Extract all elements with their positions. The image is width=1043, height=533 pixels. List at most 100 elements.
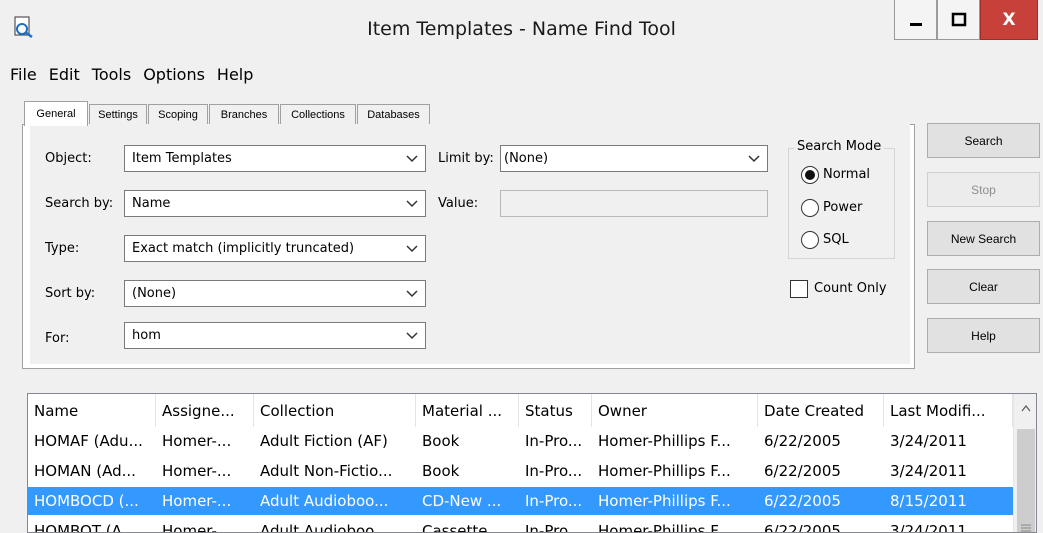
cell-collection: Adult Audioboo... xyxy=(260,492,389,510)
chevron-down-icon xyxy=(399,154,425,163)
radio-power-label: Power xyxy=(823,200,863,215)
cell-owner: Homer-Phillips F... xyxy=(598,432,731,450)
radio-sql[interactable] xyxy=(801,231,819,249)
count-only-checkbox[interactable] xyxy=(790,280,808,298)
cell-owner: Homer-Phillips F... xyxy=(598,462,731,480)
cell-status: In-Pro... xyxy=(525,432,583,450)
cell-date-created: 6/22/2005 xyxy=(764,492,841,510)
close-button[interactable]: X xyxy=(980,0,1038,40)
table-row[interactable]: HOMAF (Adu... Homer-... Adult Fiction (AF)… xyxy=(28,427,1013,455)
cell-status: In-Pro... xyxy=(525,492,583,510)
cell-material: Book xyxy=(422,462,460,480)
cell-date-created: 6/22/2005 xyxy=(764,462,841,480)
for-value: hom xyxy=(132,328,161,343)
menu-bar: File Edit Tools Options Help xyxy=(0,60,1043,88)
table-row[interactable]: HOMBOT (A... Homer-... Adult Audioboo... Ca… xyxy=(28,517,1013,533)
count-only-label: Count Only xyxy=(814,281,887,296)
clear-button[interactable]: Clear xyxy=(927,269,1040,304)
vertical-scrollbar[interactable] xyxy=(1013,394,1036,532)
cell-name: HOMBOT (A... xyxy=(34,522,136,533)
column-header-status[interactable]: Status xyxy=(519,394,592,427)
sort-by-value: (None) xyxy=(132,286,177,301)
cell-assigned: Homer-... xyxy=(162,522,232,533)
help-button[interactable]: Help xyxy=(927,318,1040,353)
cell-name: HOMAF (Adu... xyxy=(34,432,143,450)
tab-general[interactable]: General xyxy=(24,101,88,126)
tab-databases[interactable]: Databases xyxy=(357,104,430,125)
search-button[interactable]: Search xyxy=(927,123,1040,158)
cell-name: HOMAN (Ad... xyxy=(34,462,136,480)
value-label: Value: xyxy=(438,196,479,211)
cell-collection: Adult Non-Fictio... xyxy=(260,462,393,480)
tab-settings[interactable]: Settings xyxy=(89,104,147,125)
column-header-date-created[interactable]: Date Created xyxy=(758,394,884,427)
column-header-collection[interactable]: Collection xyxy=(254,394,416,427)
menu-tools[interactable]: Tools xyxy=(92,65,131,84)
chevron-down-icon xyxy=(741,154,767,163)
chevron-down-icon xyxy=(399,244,425,253)
for-label: For: xyxy=(45,331,70,346)
window-title: Item Templates - Name Find Tool xyxy=(367,18,676,40)
for-combobox[interactable]: hom xyxy=(124,322,426,349)
object-value: Item Templates xyxy=(132,151,232,166)
menu-edit[interactable]: Edit xyxy=(49,65,80,84)
cell-status: In-Pro... xyxy=(525,522,583,533)
tab-scoping[interactable]: Scoping xyxy=(148,104,208,125)
radio-normal-label: Normal xyxy=(823,167,871,182)
type-label: Type: xyxy=(45,241,80,256)
chevron-down-icon xyxy=(399,199,425,208)
table-row[interactable]: HOMAN (Ad... Homer-... Adult Non-Fictio...… xyxy=(28,457,1013,485)
cell-status: In-Pro... xyxy=(525,462,583,480)
type-value: Exact match (implicitly truncated) xyxy=(132,241,355,256)
search-by-label: Search by: xyxy=(45,196,114,211)
new-search-button[interactable]: New Search xyxy=(927,221,1040,256)
object-dropdown[interactable]: Item Templates xyxy=(124,145,426,172)
sort-by-dropdown[interactable]: (None) xyxy=(124,280,426,307)
column-header-last-modified[interactable]: Last Modifi... xyxy=(884,394,1013,427)
cell-last-modified: 3/24/2011 xyxy=(890,522,967,533)
cell-collection: Adult Fiction (AF) xyxy=(260,432,388,450)
cell-material: Cassette xyxy=(422,522,488,533)
limit-by-label: Limit by: xyxy=(438,151,494,166)
grip-icon xyxy=(1021,524,1031,532)
radio-power[interactable] xyxy=(801,199,819,217)
cell-last-modified: 8/15/2011 xyxy=(890,492,967,510)
scroll-thumb[interactable] xyxy=(1017,429,1035,532)
chevron-down-icon xyxy=(399,289,425,298)
search-by-value: Name xyxy=(132,196,171,211)
maximize-icon xyxy=(951,12,966,26)
radio-sql-label: SQL xyxy=(823,232,849,247)
stop-button[interactable]: Stop xyxy=(927,172,1040,207)
cell-assigned: Homer-... xyxy=(162,462,232,480)
cell-assigned: Homer-... xyxy=(162,492,232,510)
tab-collections[interactable]: Collections xyxy=(280,104,356,125)
column-header-owner[interactable]: Owner xyxy=(592,394,758,427)
value-input[interactable] xyxy=(500,190,768,217)
cell-material: CD-New ... xyxy=(422,492,502,510)
radio-normal[interactable] xyxy=(801,166,819,184)
cell-material: Book xyxy=(422,432,460,450)
limit-by-dropdown[interactable]: (None) xyxy=(500,145,768,172)
cell-date-created: 6/22/2005 xyxy=(764,432,841,450)
column-header-name[interactable]: Name xyxy=(28,394,156,427)
cell-date-created: 6/22/2005 xyxy=(764,522,841,533)
object-label: Object: xyxy=(45,151,92,166)
column-header-assigned[interactable]: Assigne... xyxy=(156,394,254,427)
search-by-dropdown[interactable]: Name xyxy=(124,190,426,217)
menu-help[interactable]: Help xyxy=(217,65,253,84)
tab-branches[interactable]: Branches xyxy=(209,104,279,125)
cell-owner: Homer-Phillips F... xyxy=(598,522,731,533)
close-icon: X xyxy=(1002,9,1016,30)
cell-collection: Adult Audioboo... xyxy=(260,522,389,533)
type-dropdown[interactable]: Exact match (implicitly truncated) xyxy=(124,235,426,262)
table-row[interactable]: HOMBOCD (... Homer-... Adult Audioboo... CD… xyxy=(28,487,1013,515)
chevron-down-icon xyxy=(399,331,425,340)
maximize-button[interactable] xyxy=(937,0,980,40)
menu-options[interactable]: Options xyxy=(143,65,205,84)
minimize-button[interactable] xyxy=(894,0,937,40)
menu-file[interactable]: File xyxy=(10,65,37,84)
scroll-up-arrow-icon[interactable] xyxy=(1014,394,1036,422)
column-header-material[interactable]: Material ... xyxy=(416,394,519,427)
results-list[interactable]: Name Assigne... Collection Material ... … xyxy=(27,393,1037,533)
cell-owner: Homer-Phillips F... xyxy=(598,492,731,510)
